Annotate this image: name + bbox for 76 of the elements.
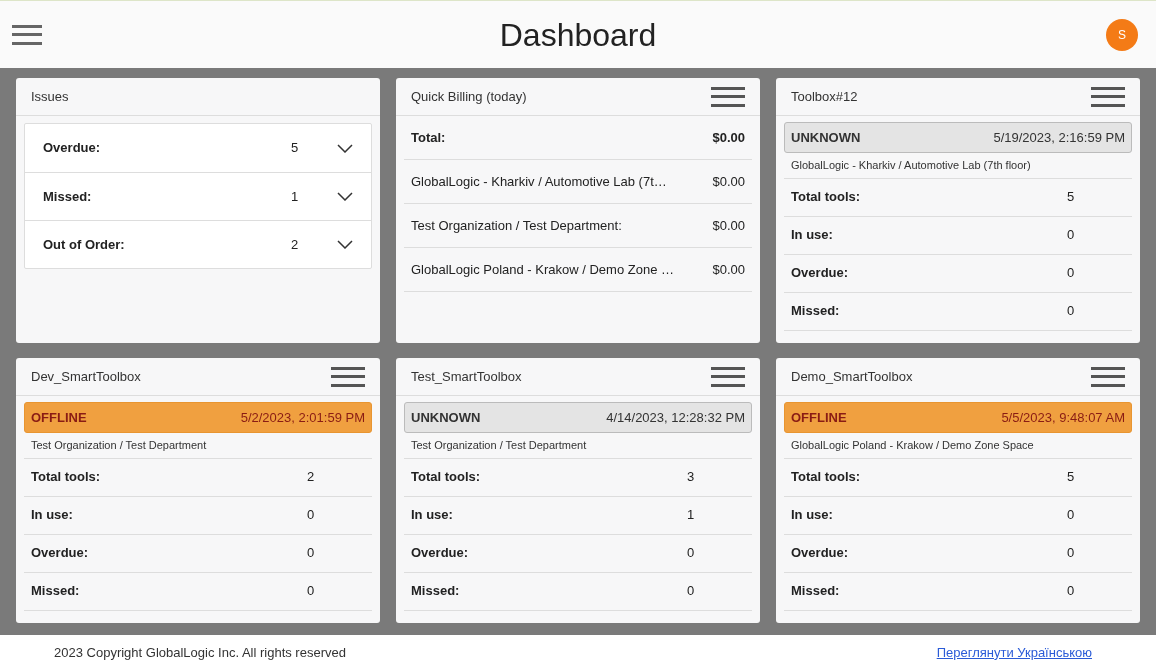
status-label: OFFLINE	[31, 408, 87, 427]
card-title: Quick Billing (today)	[411, 87, 527, 106]
billing-amount: $0.00	[712, 216, 745, 235]
status-timestamp: 4/14/2023, 12:28:32 PM	[606, 408, 745, 427]
total-label: Total:	[411, 128, 446, 147]
location-text: Test Organization / Test Department	[24, 433, 372, 459]
chevron-down-icon[interactable]	[337, 240, 353, 249]
stat-value: 0	[1067, 506, 1075, 525]
chevron-down-icon[interactable]	[337, 192, 353, 201]
stat-label: Overdue:	[791, 264, 850, 283]
stat-label: Missed:	[411, 582, 461, 601]
language-link[interactable]: Переглянути Українською	[936, 642, 1092, 663]
billing-location: GlobalLogic - Kharkiv / Automotive Lab (7t…	[411, 172, 667, 191]
stat-value: 0	[307, 544, 315, 563]
stat-value: 1	[687, 506, 695, 525]
status-label: UNKNOWN	[411, 408, 481, 427]
stat-value: 0	[687, 582, 695, 601]
stat-label: Overdue:	[411, 544, 470, 563]
stat-value: 0	[1067, 264, 1075, 283]
card-title: Toolbox#12	[791, 87, 858, 106]
menu-button[interactable]	[12, 22, 42, 47]
location-text: Test Organization / Test Department	[404, 433, 752, 459]
billing-location: Test Organization / Test Department:	[411, 216, 622, 235]
stat-label: Total tools:	[31, 468, 102, 487]
stat-label: Overdue:	[791, 544, 850, 563]
location-text: GlobalLogic - Kharkiv / Automotive Lab (7th floor)	[784, 153, 1132, 179]
issue-count: 1	[291, 187, 300, 206]
card-title: Dev_SmartToolbox	[31, 367, 141, 386]
stat-label: Total tools:	[791, 188, 862, 207]
status-label: UNKNOWN	[791, 128, 861, 147]
stat-label: Missed:	[31, 582, 81, 601]
card-menu-button[interactable]	[711, 366, 745, 387]
stat-value: 5	[1067, 468, 1075, 487]
stat-label: In use:	[31, 506, 74, 525]
stat-label: In use:	[791, 226, 834, 245]
stat-value: 0	[307, 582, 315, 601]
status-label: OFFLINE	[791, 408, 847, 427]
billing-amount: $0.00	[712, 172, 745, 191]
card-title: Demo_SmartToolbox	[791, 367, 913, 386]
issue-count: 5	[291, 139, 300, 158]
stat-label: In use:	[791, 506, 834, 525]
stat-value: 2	[307, 468, 315, 487]
issue-label: Overdue:	[43, 139, 102, 158]
stat-value: 5	[1067, 188, 1075, 207]
issue-label: Missed:	[43, 187, 93, 206]
stat-value: 0	[1067, 582, 1075, 601]
card-menu-button[interactable]	[711, 86, 745, 107]
stat-label: Total tools:	[791, 468, 862, 487]
total-amount: $0.00	[712, 128, 745, 147]
stat-label: Total tools:	[411, 468, 482, 487]
stat-value: 3	[687, 468, 695, 487]
billing-amount: $0.00	[712, 260, 745, 279]
copyright-text: 2023 Copyright GlobalLogic Inc. All rights reserved	[54, 643, 346, 662]
location-text: GlobalLogic Poland - Krakow / Demo Zone Space	[784, 433, 1132, 459]
card-title: Issues	[31, 87, 69, 106]
status-timestamp: 5/5/2023, 9:48:07 AM	[1001, 408, 1125, 427]
card-menu-button[interactable]	[331, 366, 365, 387]
status-timestamp: 5/19/2023, 2:16:59 PM	[993, 128, 1125, 147]
stat-label: In use:	[411, 506, 454, 525]
status-timestamp: 5/2/2023, 2:01:59 PM	[240, 408, 365, 427]
card-menu-button[interactable]	[1091, 86, 1125, 107]
stat-value: 0	[1067, 302, 1075, 321]
page-title: Dashboard	[499, 15, 657, 55]
stat-value: 0	[1067, 544, 1075, 563]
chevron-down-icon[interactable]	[337, 143, 353, 153]
stat-value: 0	[307, 506, 315, 525]
card-menu-button[interactable]	[1091, 366, 1125, 387]
stat-value: 0	[687, 544, 695, 563]
stat-label: Missed:	[791, 302, 841, 321]
stat-label: Overdue:	[31, 544, 90, 563]
stat-label: Missed:	[791, 582, 841, 601]
stat-value: 0	[1067, 226, 1075, 245]
issue-count: 2	[291, 235, 300, 254]
billing-location: GlobalLogic Poland - Krakow / Demo Zone …	[411, 260, 674, 279]
issue-label: Out of Order:	[43, 235, 126, 254]
card-title: Test_SmartToolbox	[411, 367, 522, 386]
